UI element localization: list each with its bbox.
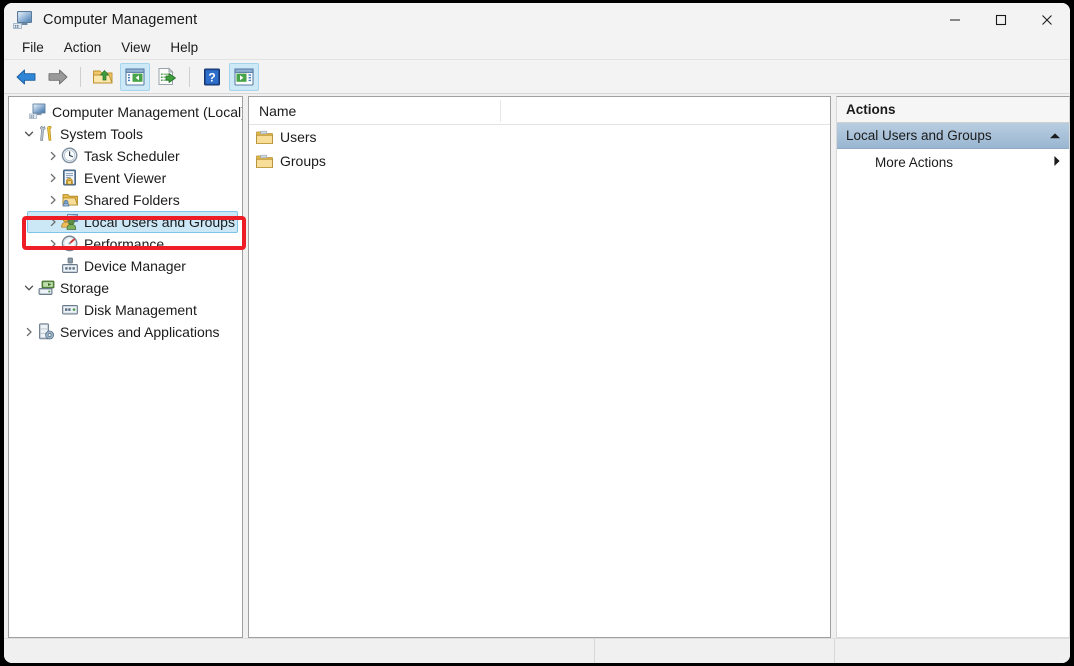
tree-item-label: Device Manager: [84, 258, 186, 274]
actions-item-label: More Actions: [875, 154, 954, 170]
tree-item-device-manager[interactable]: Device Manager: [9, 255, 242, 277]
actions-item-more-actions[interactable]: More Actions: [837, 149, 1069, 175]
chevron-down-icon[interactable]: [21, 277, 37, 299]
tree-item-performance[interactable]: Performance: [9, 233, 242, 255]
actions-group-local-users-and-groups[interactable]: Local Users and Groups: [837, 123, 1069, 149]
status-bar-main: [4, 639, 595, 663]
actions-group-label: Local Users and Groups: [846, 128, 992, 143]
actions-header: Actions: [837, 97, 1069, 123]
performance-gauge-icon: [61, 235, 79, 253]
chevron-down-icon[interactable]: [21, 123, 37, 145]
column-divider[interactable]: [500, 100, 501, 122]
list-item[interactable]: Users: [249, 125, 830, 149]
tree-item-label: System Tools: [60, 126, 143, 142]
tree-item-label: Task Scheduler: [84, 148, 180, 164]
show-hide-action-pane-icon[interactable]: [229, 62, 259, 91]
disk-icon: [61, 301, 79, 319]
tree-item-label: Storage: [60, 280, 110, 296]
twisty-none: [13, 101, 29, 123]
main-content: Computer Management (Local) System Tools: [4, 94, 1070, 638]
maximize-button[interactable]: [978, 3, 1024, 36]
toolbar: ?: [4, 60, 1070, 94]
services-icon: [37, 323, 55, 341]
folder-icon: [256, 154, 273, 169]
tree-item-task-scheduler[interactable]: Task Scheduler: [9, 145, 242, 167]
twisty-none: [45, 255, 61, 277]
computer-management-icon: [13, 10, 35, 30]
status-bar-segment: [835, 639, 1070, 663]
svg-text:?: ?: [208, 70, 215, 84]
tree-item-shared-folders[interactable]: Shared Folders: [9, 189, 242, 211]
tree-item-label: Local Users and Groups: [84, 214, 235, 230]
computer-management-window: Computer Management File Action View Hel…: [4, 3, 1070, 663]
list-item-label: Users: [280, 129, 317, 145]
back-icon[interactable]: [11, 63, 41, 91]
tree-item-storage[interactable]: Storage: [9, 277, 242, 299]
console-tree: Computer Management (Local) System Tools: [9, 97, 242, 343]
clock-icon: [61, 147, 79, 165]
help-icon[interactable]: ?: [197, 63, 227, 91]
tree-item-label: Services and Applications: [60, 324, 220, 340]
chevron-right-icon[interactable]: [45, 167, 61, 189]
close-button[interactable]: [1024, 3, 1070, 36]
menu-action[interactable]: Action: [54, 37, 112, 59]
system-tools-icon: [37, 125, 55, 143]
menu-view[interactable]: View: [111, 37, 160, 59]
tree-item-label: Shared Folders: [84, 192, 180, 208]
toolbar-separator: [80, 66, 81, 87]
tree-item-label: Performance: [84, 236, 165, 252]
list-item[interactable]: Groups: [249, 149, 830, 173]
export-list-icon[interactable]: [152, 63, 182, 91]
tree-item-local-users-and-groups[interactable]: Local Users and Groups: [9, 211, 242, 233]
chevron-right-icon[interactable]: [45, 211, 61, 233]
tree-item-event-viewer[interactable]: Event Viewer: [9, 167, 242, 189]
tree-item-computer-management-local[interactable]: Computer Management (Local): [9, 101, 242, 123]
show-hide-console-tree-icon[interactable]: [120, 62, 150, 91]
tree-item-system-tools[interactable]: System Tools: [9, 123, 242, 145]
actions-pane: Actions Local Users and Groups More Acti…: [836, 96, 1070, 638]
tree-item-disk-management[interactable]: Disk Management: [9, 299, 242, 321]
tree-item-services-and-applications[interactable]: Services and Applications: [9, 321, 242, 343]
console-tree-pane: Computer Management (Local) System Tools: [8, 96, 243, 638]
window-title: Computer Management: [43, 11, 198, 28]
chevron-right-icon[interactable]: [45, 233, 61, 255]
title-bar: Computer Management: [4, 3, 1070, 36]
results-list-pane: Name Users Groups: [248, 96, 831, 638]
chevron-up-icon[interactable]: [1049, 128, 1061, 143]
list-item-label: Groups: [280, 153, 326, 169]
status-bar-segment: [595, 639, 835, 663]
folder-icon: [256, 130, 273, 145]
status-bar: [4, 638, 1070, 663]
tree-item-label: Computer Management (Local): [52, 104, 243, 120]
menu-bar: File Action View Help: [4, 36, 1070, 60]
users-group-icon: [61, 213, 79, 231]
up-folder-icon[interactable]: [88, 63, 118, 91]
event-viewer-icon: [61, 169, 79, 187]
forward-icon[interactable]: [43, 63, 73, 91]
list-column-header: Name: [249, 97, 830, 125]
menu-file[interactable]: File: [12, 37, 54, 59]
tree-item-label: Event Viewer: [84, 170, 167, 186]
computer-icon: [29, 103, 47, 121]
device-manager-icon: [61, 257, 79, 275]
minimize-button[interactable]: [932, 3, 978, 36]
shared-folders-icon: [61, 191, 79, 209]
storage-icon: [37, 279, 55, 297]
column-header-name[interactable]: Name: [249, 97, 296, 125]
triangle-right-icon[interactable]: [1053, 155, 1061, 170]
chevron-right-icon[interactable]: [45, 189, 61, 211]
chevron-right-icon[interactable]: [21, 321, 37, 343]
list-rows: Users Groups: [249, 125, 830, 173]
toolbar-separator-2: [189, 66, 190, 87]
menu-help[interactable]: Help: [160, 37, 208, 59]
tree-item-label: Disk Management: [84, 302, 197, 318]
chevron-right-icon[interactable]: [45, 145, 61, 167]
twisty-none: [45, 299, 61, 321]
window-controls: [932, 3, 1070, 36]
